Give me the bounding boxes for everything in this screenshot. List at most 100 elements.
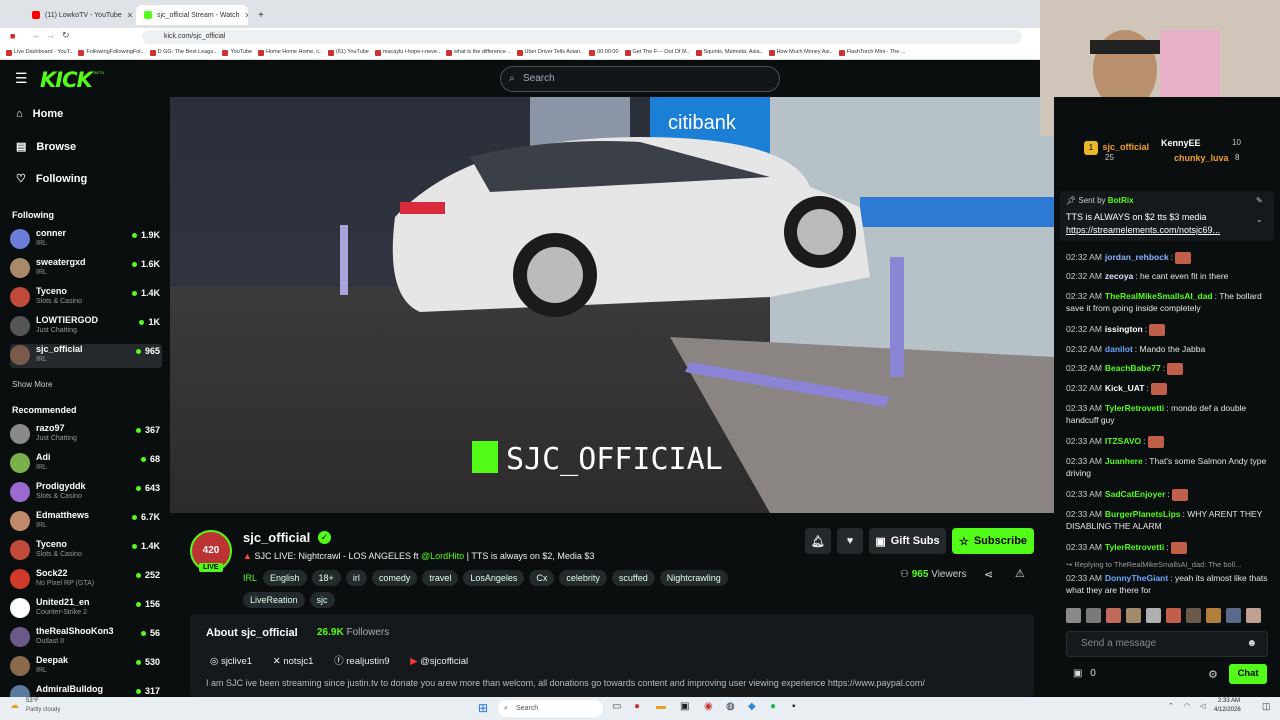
close-tab-icon[interactable]: ✕ [244, 11, 248, 20]
close-tab-icon[interactable]: ✕ [127, 11, 134, 20]
sidebar-channel-tyceno[interactable]: Tyceno Slots & Casino 1.4K [10, 286, 162, 310]
emote-icon[interactable] [1066, 608, 1081, 623]
emote-icon[interactable] [1206, 608, 1221, 623]
chat-username[interactable]: Juanhere [1105, 456, 1143, 466]
app-icon[interactable]: ◆ [748, 701, 756, 712]
chat-username[interactable]: ITZSAVO [1105, 436, 1141, 446]
sidebar-channel-united21_en[interactable]: United21_en Counter-Strike 2 156 [10, 597, 162, 621]
emote-icon[interactable] [1106, 608, 1121, 623]
stream-tag[interactable]: LiveReation [243, 592, 305, 608]
nav-browse[interactable]: ▤ Browse [16, 140, 76, 154]
sidebar-channel-conner[interactable]: conner IRL 1.9K [10, 228, 162, 252]
chevron-down-icon[interactable]: ⌄ [1256, 215, 1263, 224]
bookmark-item[interactable]: Live Dashboard - YouT.. [6, 46, 72, 59]
chat-username[interactable]: BurgerPlanetsLips [1105, 509, 1181, 519]
notification-bell-button[interactable]: 🔔︎ [805, 528, 831, 554]
address-bar[interactable]: kick.com/sjc_official [142, 30, 1022, 44]
stream-tag[interactable]: sjc [309, 592, 335, 608]
steam-icon[interactable]: ◍ [726, 701, 735, 712]
clock-time[interactable]: 2:33 AM [1218, 698, 1240, 704]
tab-kick[interactable]: sjc_official Stream - Watch ✕ [136, 5, 248, 25]
bookmark-item[interactable]: (61) YouTube [328, 46, 369, 59]
social-youtube[interactable]: @sjcofficial [420, 656, 468, 667]
new-tab-button[interactable]: + [250, 5, 266, 25]
stream-tag[interactable]: Cx [529, 570, 555, 586]
chat-send-button[interactable]: Chat [1229, 664, 1267, 684]
sidebar-channel-sock22[interactable]: Sock22 No Pixel RP (GTA) 252 [10, 568, 162, 592]
report-icon[interactable]: ⚠ [1015, 567, 1025, 580]
task-view-icon[interactable]: ▭ [612, 701, 621, 712]
kick-logo[interactable]: KICK [40, 68, 93, 92]
video-player[interactable]: citibank SJC_OFFICIAL [170, 97, 1054, 513]
social-instagram[interactable]: sjclive1 [221, 656, 252, 667]
stream-tag[interactable]: comedy [371, 570, 418, 586]
stream-tag[interactable]: English [263, 570, 307, 586]
notification-icon[interactable]: ◫ [1262, 701, 1271, 712]
share-icon[interactable]: ⋖ [984, 568, 993, 581]
subscribe-button[interactable]: ☆ Subscribe [952, 528, 1034, 554]
bookmark-item[interactable]: FollowingFollowingFol.. [78, 46, 144, 59]
settings-icon[interactable]: ⚙ [1208, 668, 1218, 681]
bookmark-item[interactable]: Home Home Home, c.. [258, 46, 322, 59]
app-icon[interactable]: ● [634, 701, 640, 712]
folder-icon[interactable]: ▬ [656, 701, 666, 712]
windows-start-icon[interactable]: ⊞ [478, 701, 488, 715]
tab-youtube[interactable]: (11) LowkoTV - YouTube ✕ [24, 5, 134, 25]
emote-icon[interactable] [1146, 608, 1161, 623]
sidebar-channel-adi[interactable]: Adi IRL 68 [10, 452, 162, 476]
nav-following[interactable]: ♡ Following [16, 172, 87, 186]
emote-icon[interactable] [1126, 608, 1141, 623]
chat-username[interactable]: issington [1105, 324, 1143, 334]
sidebar-channel-sweatergxd[interactable]: sweatergxd IRL 1.6K [10, 257, 162, 281]
stream-tag[interactable]: celebrity [559, 570, 607, 586]
bookmark-item[interactable]: what is the difference .. [446, 46, 511, 59]
chat-username[interactable]: DonnyTheGiant [1105, 573, 1168, 583]
chat-username[interactable]: Kick_UAT [1105, 383, 1145, 393]
nav-home[interactable]: ⌂ Home [16, 108, 63, 120]
chat-username[interactable]: zecoya [1105, 271, 1133, 281]
bookmark-item[interactable]: Squints, Mamoita: Asia.. [695, 46, 763, 59]
chat-username[interactable]: danilot [1105, 344, 1133, 354]
show-more-link[interactable]: Show More [12, 380, 52, 389]
chat-username[interactable]: jordan_rehbock [1105, 252, 1169, 262]
extension-icon[interactable]: ■ [10, 31, 15, 41]
sidebar-channel-deepak[interactable]: Deepak IRL 530 [10, 655, 162, 679]
search-input[interactable]: ⌕ Search [500, 66, 780, 92]
wifi-icon[interactable]: ◠ [1184, 702, 1190, 710]
reload-icon[interactable]: ↻ [62, 30, 70, 41]
sidebar-channel-therealshookon3[interactable]: theRealShooKon3 Outlast II 56 [10, 626, 162, 650]
bookmark-item[interactable]: YouTube [222, 46, 252, 59]
spotify-icon[interactable]: ● [770, 701, 776, 712]
chat-input[interactable]: Send a message ☻ [1066, 631, 1268, 657]
sidebar-channel-edmatthews[interactable]: Edmatthews IRL 6.7K [10, 510, 162, 534]
bookmark-item[interactable]: D GG: The Best Leagu.. [149, 46, 216, 59]
points-display[interactable]: ▣ 0 [1073, 668, 1096, 679]
follow-heart-button[interactable]: ♥ [837, 528, 863, 554]
chat-username[interactable]: SadCatEnjoyer [1105, 489, 1165, 499]
chat-username[interactable]: BeachBabe77 [1105, 363, 1161, 373]
app-icon[interactable]: ▪ [792, 701, 796, 712]
stream-tag[interactable]: Nightcrawling [659, 570, 728, 586]
social-x[interactable]: notsjc1 [283, 656, 313, 667]
bookmark-item[interactable]: FlashTorch Mini - The ... [838, 46, 905, 59]
bookmark-item[interactable]: Get The F--- Out Of M.. [624, 46, 690, 59]
pinned-link[interactable]: https://streamelements.com/notsjc69... [1066, 225, 1256, 235]
gift-subs-button[interactable]: ▣ Gift Subs [869, 528, 946, 554]
bookmark-item[interactable]: Uber Driver Tells Asian.. [516, 46, 583, 59]
sidebar-channel-sjc_official[interactable]: sjc_official IRL 965 [10, 344, 162, 368]
emote-icon[interactable] [1086, 608, 1101, 623]
emote-icon[interactable] [1166, 608, 1181, 623]
category-link[interactable]: IRL [243, 573, 257, 583]
chat-username[interactable]: TylerRetrovetti [1105, 403, 1164, 413]
sidebar-channel-lowtiergod[interactable]: LOWTIERGOD Just Chatting 1K [10, 315, 162, 339]
sidebar-channel-razo97[interactable]: razo97 Just Chatting 367 [10, 423, 162, 447]
channel-name[interactable]: sjc_official [243, 530, 310, 545]
unpin-icon[interactable]: ✎ [1256, 196, 1263, 205]
chrome-icon[interactable]: ◉ [704, 701, 713, 712]
bookmark-item[interactable]: macaylu i-hope-i-neve.. [374, 46, 440, 59]
bookmark-item[interactable]: 00:00:00 [589, 46, 619, 59]
stream-tag[interactable]: irl [345, 570, 367, 586]
menu-icon[interactable]: ☰ [15, 71, 28, 85]
chat-username[interactable]: TheRealMikeSmallsAI_dad [1105, 291, 1213, 301]
tray-chevron-icon[interactable]: ⌃ [1168, 702, 1174, 710]
